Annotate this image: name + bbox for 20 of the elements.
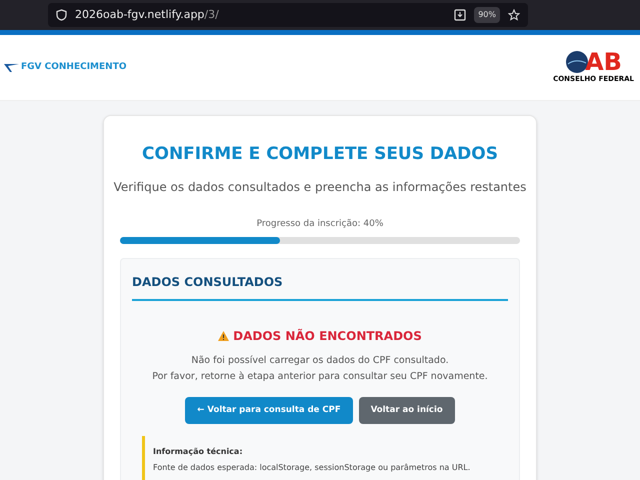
shield-icon <box>56 9 67 21</box>
error-message: Por favor, retorne à etapa anterior para consultar seu CPF novamente. <box>152 370 488 384</box>
address-bar[interactable]: 2026oab-fgv.netlify.app/3/ 90% <box>48 3 528 27</box>
page-title: CONFIRME E COMPLETE SEUS DADOS <box>142 143 498 166</box>
page-subtitle: Verifique os dados consultados e preencha as informações restantes <box>114 178 526 196</box>
home-button[interactable]: Voltar ao início <box>358 397 455 424</box>
download-icon[interactable] <box>454 9 466 21</box>
fgv-logo-icon <box>4 64 19 72</box>
error-title: DADOS NÃO ENCONTRADOS <box>233 328 422 345</box>
warning-icon <box>218 331 230 341</box>
progress-label: Progresso da inscrição: 40% <box>256 218 384 230</box>
fgv-logo-text: FGV CONHECIMENTO <box>21 60 126 74</box>
tech-info-text: Fonte de dados esperada: localStorage, sessionStorage ou parâmetros na URL. <box>153 462 472 474</box>
star-icon[interactable] <box>508 9 520 21</box>
error-message: Não foi possível carregar os dados do CPF consultado. <box>191 354 449 368</box>
url-text: 2026oab-fgv.netlify.app/3/ <box>75 6 219 23</box>
zoom-badge[interactable]: 90% <box>474 7 500 23</box>
tech-info-title: Informação técnica: <box>153 446 244 458</box>
back-to-cpf-button[interactable]: ← Voltar para consulta de CPF <box>185 397 353 424</box>
panel-heading: DADOS CONSULTADOS <box>132 274 283 291</box>
